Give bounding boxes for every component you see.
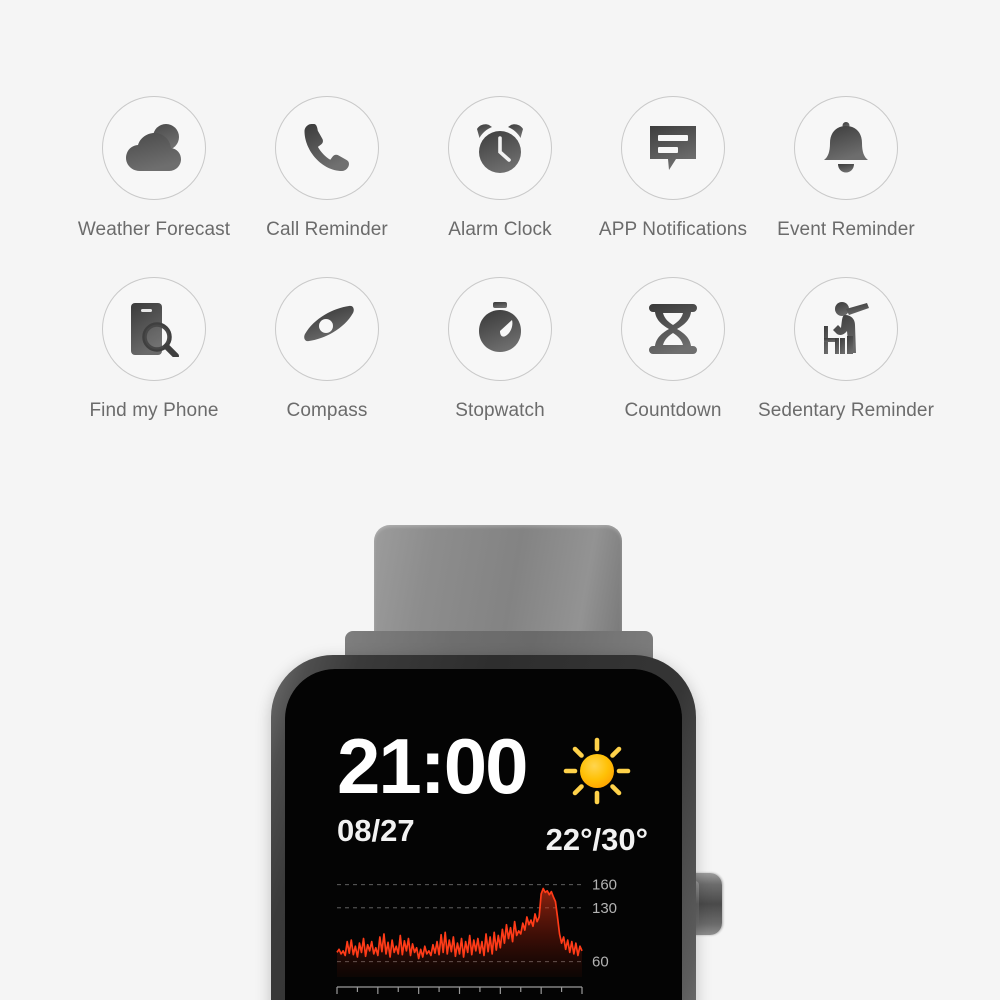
- feature-label: Weather Forecast: [77, 219, 231, 240]
- watch-screen[interactable]: 21:00 08/27 22°/30° 60 130 160: [285, 669, 682, 1000]
- feature-icon-circle: [102, 96, 206, 200]
- feature-icon-circle: [621, 96, 725, 200]
- feature-app-notifications[interactable]: APP Notifications: [587, 96, 760, 241]
- stopwatch-icon: [474, 301, 526, 357]
- feature-icon-circle: [794, 96, 898, 200]
- person-stretching-icon: [819, 300, 873, 358]
- feature-alarm-clock[interactable]: Alarm Clock: [414, 96, 587, 241]
- feature-label: APP Notifications: [598, 219, 748, 240]
- svg-text:130: 130: [592, 900, 617, 917]
- feature-icon-circle: [794, 276, 898, 381]
- feature-call-reminder[interactable]: Call Reminder: [241, 96, 414, 241]
- watch-glass: 21:00 08/27 22°/30° 60 130 160: [285, 669, 682, 1000]
- svg-text:160: 160: [592, 877, 617, 894]
- smartwatch-product-image: 21:00 08/27 22°/30° 60 130 160: [0, 505, 1000, 1000]
- feature-label: Sedentary Reminder: [757, 399, 935, 421]
- phone-handset-icon: [302, 122, 352, 174]
- chart-area-fill: [337, 888, 582, 977]
- hourglass-icon: [649, 302, 697, 356]
- feature-compass[interactable]: Compass: [241, 276, 414, 422]
- feature-label: Call Reminder: [266, 219, 388, 240]
- feature-grid: Weather Forecast Call Reminder Alarm Clo…: [0, 96, 1000, 422]
- phone-search-icon: [128, 301, 180, 357]
- watch-face: 21:00 08/27 22°/30° 60 130 160: [285, 669, 682, 1000]
- bell-icon: [821, 121, 871, 175]
- compass-needle-icon: [300, 302, 354, 356]
- feature-icon-circle: [275, 96, 379, 200]
- clock-time: 21:00: [337, 722, 528, 810]
- chat-bubble-icon: [646, 121, 700, 175]
- feature-label: Find my Phone: [89, 399, 219, 421]
- cloud-sun-icon: [123, 121, 185, 175]
- feature-label: Event Reminder: [777, 219, 915, 240]
- time-date-block: 21:00 08/27: [337, 722, 528, 849]
- feature-icon-circle: [102, 276, 206, 381]
- feature-event-reminder[interactable]: Event Reminder: [760, 96, 933, 241]
- feature-icon-circle: [448, 96, 552, 200]
- feature-weather-forecast[interactable]: Weather Forecast: [68, 96, 241, 241]
- feature-icon-circle: [621, 276, 725, 381]
- sun-icon: [563, 737, 631, 810]
- feature-label: Compass: [286, 399, 368, 421]
- feature-label: Countdown: [624, 399, 722, 421]
- watch-case: 21:00 08/27 22°/30° 60 130 160: [271, 655, 696, 1000]
- feature-icon-circle: [448, 276, 552, 381]
- feature-find-my-phone[interactable]: Find my Phone: [68, 276, 241, 422]
- clock-date: 08/27: [337, 812, 415, 848]
- feature-row-1: Weather Forecast Call Reminder Alarm Clo…: [0, 96, 1000, 241]
- heart-rate-plot: 60130160 9:0015:0021:00: [336, 877, 617, 1000]
- feature-sedentary-reminder[interactable]: Sedentary Reminder: [757, 276, 935, 422]
- feature-label: Alarm Clock: [448, 219, 552, 240]
- chart-x-axis: [336, 986, 583, 994]
- feature-stopwatch[interactable]: Stopwatch: [414, 276, 587, 422]
- feature-row-2: Find my Phone Compass Stopwatch Countdow…: [0, 276, 1000, 422]
- feature-countdown[interactable]: Countdown: [587, 276, 760, 422]
- chart-y-axis-labels: 60 130 160: [592, 877, 617, 971]
- watch-face-header: 21:00 08/27 22°/30°: [337, 722, 648, 858]
- temperature-range: 22°/30°: [545, 822, 648, 857]
- heart-rate-chart: 60130160 9:0015:0021:00: [336, 869, 637, 1000]
- alarm-clock-icon: [471, 121, 529, 175]
- feature-icon-circle: [275, 276, 379, 381]
- weather-widget: 22°/30°: [546, 731, 648, 858]
- feature-label: Stopwatch: [455, 399, 545, 421]
- svg-text:60: 60: [592, 954, 609, 971]
